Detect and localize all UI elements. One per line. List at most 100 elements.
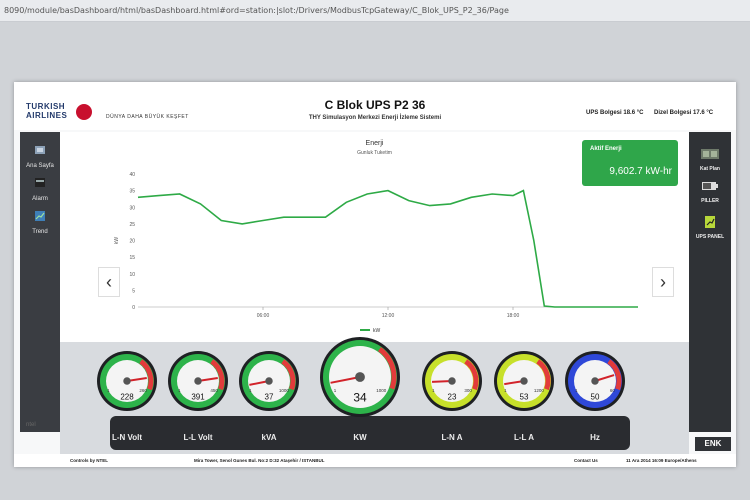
y-tick-label: 25 bbox=[129, 222, 135, 228]
dashboard-screen: TURKISH AIRLINES DÜNYA DAHA BÜYÜK KEŞFET… bbox=[14, 82, 736, 467]
gauge-hub bbox=[448, 377, 456, 385]
footer-contact[interactable]: Contact Us bbox=[574, 458, 598, 463]
y-tick-label: 10 bbox=[129, 272, 135, 278]
gauge-value: 37 bbox=[265, 393, 274, 402]
ups-panel-icon bbox=[705, 216, 715, 228]
gauge-label: L-N A bbox=[441, 433, 463, 442]
gauge-value: 53 bbox=[520, 393, 529, 402]
gauge-max: 260 bbox=[139, 388, 147, 393]
gauge-hub bbox=[265, 377, 273, 385]
y-tick-label: 15 bbox=[129, 255, 135, 261]
gauge-hub bbox=[355, 372, 365, 382]
x-tick-label: 18:00 bbox=[507, 313, 520, 319]
diesel-temp-value: 17.6 °C bbox=[693, 110, 714, 116]
ups-temp-label: UPS Bolgesi bbox=[586, 110, 622, 116]
gauge-hz: 50 1 60 bbox=[564, 350, 626, 412]
gauge-value: 34 bbox=[353, 391, 367, 405]
gauge-value: 23 bbox=[448, 393, 457, 402]
gauge-kw: 34 1 1000 bbox=[319, 336, 401, 418]
ups-temp-value: 18.6 °C bbox=[623, 110, 644, 116]
footer-controls: Controls by NTEL bbox=[70, 458, 108, 463]
x-tick-label: 06:00 bbox=[257, 313, 270, 319]
rightbar-item-label: UPS PANEL bbox=[695, 234, 725, 240]
y-tick-label: 0 bbox=[132, 305, 135, 311]
gauge-hub bbox=[123, 377, 131, 385]
gauge-kva: 37 1 1000 bbox=[238, 350, 300, 412]
rightbar-item-battery[interactable]: PILLER bbox=[689, 180, 731, 204]
gauge-label: L-N Volt bbox=[111, 433, 143, 442]
gauge-max: 1000 bbox=[376, 388, 387, 393]
next-page-button[interactable]: › bbox=[652, 267, 674, 297]
header: TURKISH AIRLINES DÜNYA DAHA BÜYÜK KEŞFET… bbox=[14, 82, 736, 130]
prev-page-button[interactable]: ‹ bbox=[98, 267, 120, 297]
alarm-icon bbox=[35, 178, 45, 187]
gauge-hub bbox=[520, 377, 528, 385]
gauge-dial: 341 1000 bbox=[320, 337, 400, 417]
gauge-dial: 501 60 bbox=[565, 351, 625, 411]
x-tick-label: 12:00 bbox=[382, 313, 395, 319]
rightbar-item-label: Kat Plan bbox=[699, 166, 720, 172]
gauge-dial: 531 1200 bbox=[494, 351, 554, 411]
legend-label: kW bbox=[373, 328, 381, 334]
sidebar-item-trend[interactable]: Trend bbox=[20, 210, 60, 235]
gauge-dial: 2281 260 bbox=[97, 351, 157, 411]
gauge-label: Hz bbox=[590, 433, 600, 442]
gauge-hub bbox=[194, 377, 202, 385]
y-tick-label: 40 bbox=[129, 172, 135, 178]
browser-url-bar[interactable]: 8090/module/basDashboard/html/basDashboa… bbox=[0, 0, 750, 22]
ups-temperature: UPS Bolgesi 18.6 °C bbox=[586, 110, 643, 116]
ntel-mini-logo: ntel bbox=[26, 422, 36, 428]
gauge-l-l-a: 53 1 1200 bbox=[493, 350, 555, 412]
series-line-kW bbox=[137, 189, 638, 308]
gauge-label: kVA bbox=[261, 433, 277, 442]
gauge-value: 391 bbox=[191, 393, 205, 402]
monitor-bezel: TURKISH AIRLINES DÜNYA DAHA BÜYÜK KEŞFET… bbox=[0, 22, 750, 500]
y-tick-label: 35 bbox=[129, 189, 135, 195]
home-icon bbox=[35, 146, 45, 154]
footer: Controls by NTEL Mira Tower, Senol Gunes… bbox=[14, 454, 736, 467]
gauge-dial: 231 300 bbox=[422, 351, 482, 411]
y-axis-label: kW bbox=[114, 237, 120, 245]
active-energy-value: 9,602.7 kW-hr bbox=[609, 166, 672, 177]
gauge-max: 300 bbox=[464, 388, 472, 393]
active-energy-card: Aktif Enerji 9,602.7 kW-hr bbox=[582, 140, 678, 186]
rightbar-item-ups-panel[interactable]: UPS PANEL bbox=[689, 216, 731, 240]
gauge-dial: 3911 450 bbox=[168, 351, 228, 411]
trend-icon bbox=[35, 211, 45, 221]
gauge-max: 450 bbox=[210, 388, 218, 393]
sidebar-item-alarm[interactable]: Alarm bbox=[20, 177, 60, 202]
gauge-label: L-L A bbox=[514, 433, 534, 442]
footer-address: Mira Tower, Senol Gunes Bul. No:2 D:32 A… bbox=[194, 458, 325, 463]
energy-chart: 0 5 10 15 20 25 30 35 40 06:00 12:00 18:00 kW kW Ener… bbox=[60, 132, 689, 342]
floor-plan-icon bbox=[701, 149, 719, 159]
enk-brand-logo: ENK bbox=[695, 437, 731, 451]
gauge-l-n-a: 23 1 300 bbox=[421, 350, 483, 412]
battery-icon bbox=[702, 182, 718, 190]
gauge-max: 1200 bbox=[534, 388, 545, 393]
y-tick-label: 30 bbox=[129, 205, 135, 211]
right-sidebar: Kat Plan PILLER UPS PANEL bbox=[689, 132, 731, 432]
gauge-label: KW bbox=[353, 433, 367, 442]
y-tick-label: 5 bbox=[132, 288, 135, 294]
sidebar-item-label: Ana Sayfa bbox=[26, 163, 54, 169]
footer-datetime: 11 Ara 2014 16:09 Europe/Athens bbox=[626, 458, 697, 463]
chevron-left-icon: ‹ bbox=[106, 272, 112, 292]
sidebar-item-label: Trend bbox=[32, 229, 48, 235]
gauge-max: 60 bbox=[610, 388, 616, 393]
gauge-l-l-volt: 391 1 450 bbox=[167, 350, 229, 412]
rightbar-item-label: PILLER bbox=[701, 198, 719, 204]
gauge-hub bbox=[591, 377, 599, 385]
chevron-right-icon: › bbox=[660, 272, 666, 292]
y-tick-label: 20 bbox=[129, 239, 135, 245]
gauge-l-n-volt: 228 1 260 bbox=[96, 350, 158, 412]
gauge-max: 1000 bbox=[279, 388, 290, 393]
diesel-temp-label: Dizel Bolgesi bbox=[654, 110, 692, 116]
rightbar-item-floor-plan[interactable]: Kat Plan bbox=[689, 148, 731, 172]
left-sidebar: Ana Sayfa Alarm Trend ntel bbox=[20, 132, 60, 432]
diesel-temperature: Dizel Bolgesi 17.6 °C bbox=[654, 110, 713, 116]
gauge-label: L-L Volt bbox=[183, 433, 213, 442]
gauge-panel: 228 1 260 L-N Volt 391 1 450 L-L Volt 37 1 1000 kVA… bbox=[60, 337, 689, 454]
gauge-dial: 371 1000 bbox=[239, 351, 299, 411]
sidebar-item-home[interactable]: Ana Sayfa bbox=[20, 144, 60, 169]
gauge-value: 228 bbox=[120, 393, 134, 402]
